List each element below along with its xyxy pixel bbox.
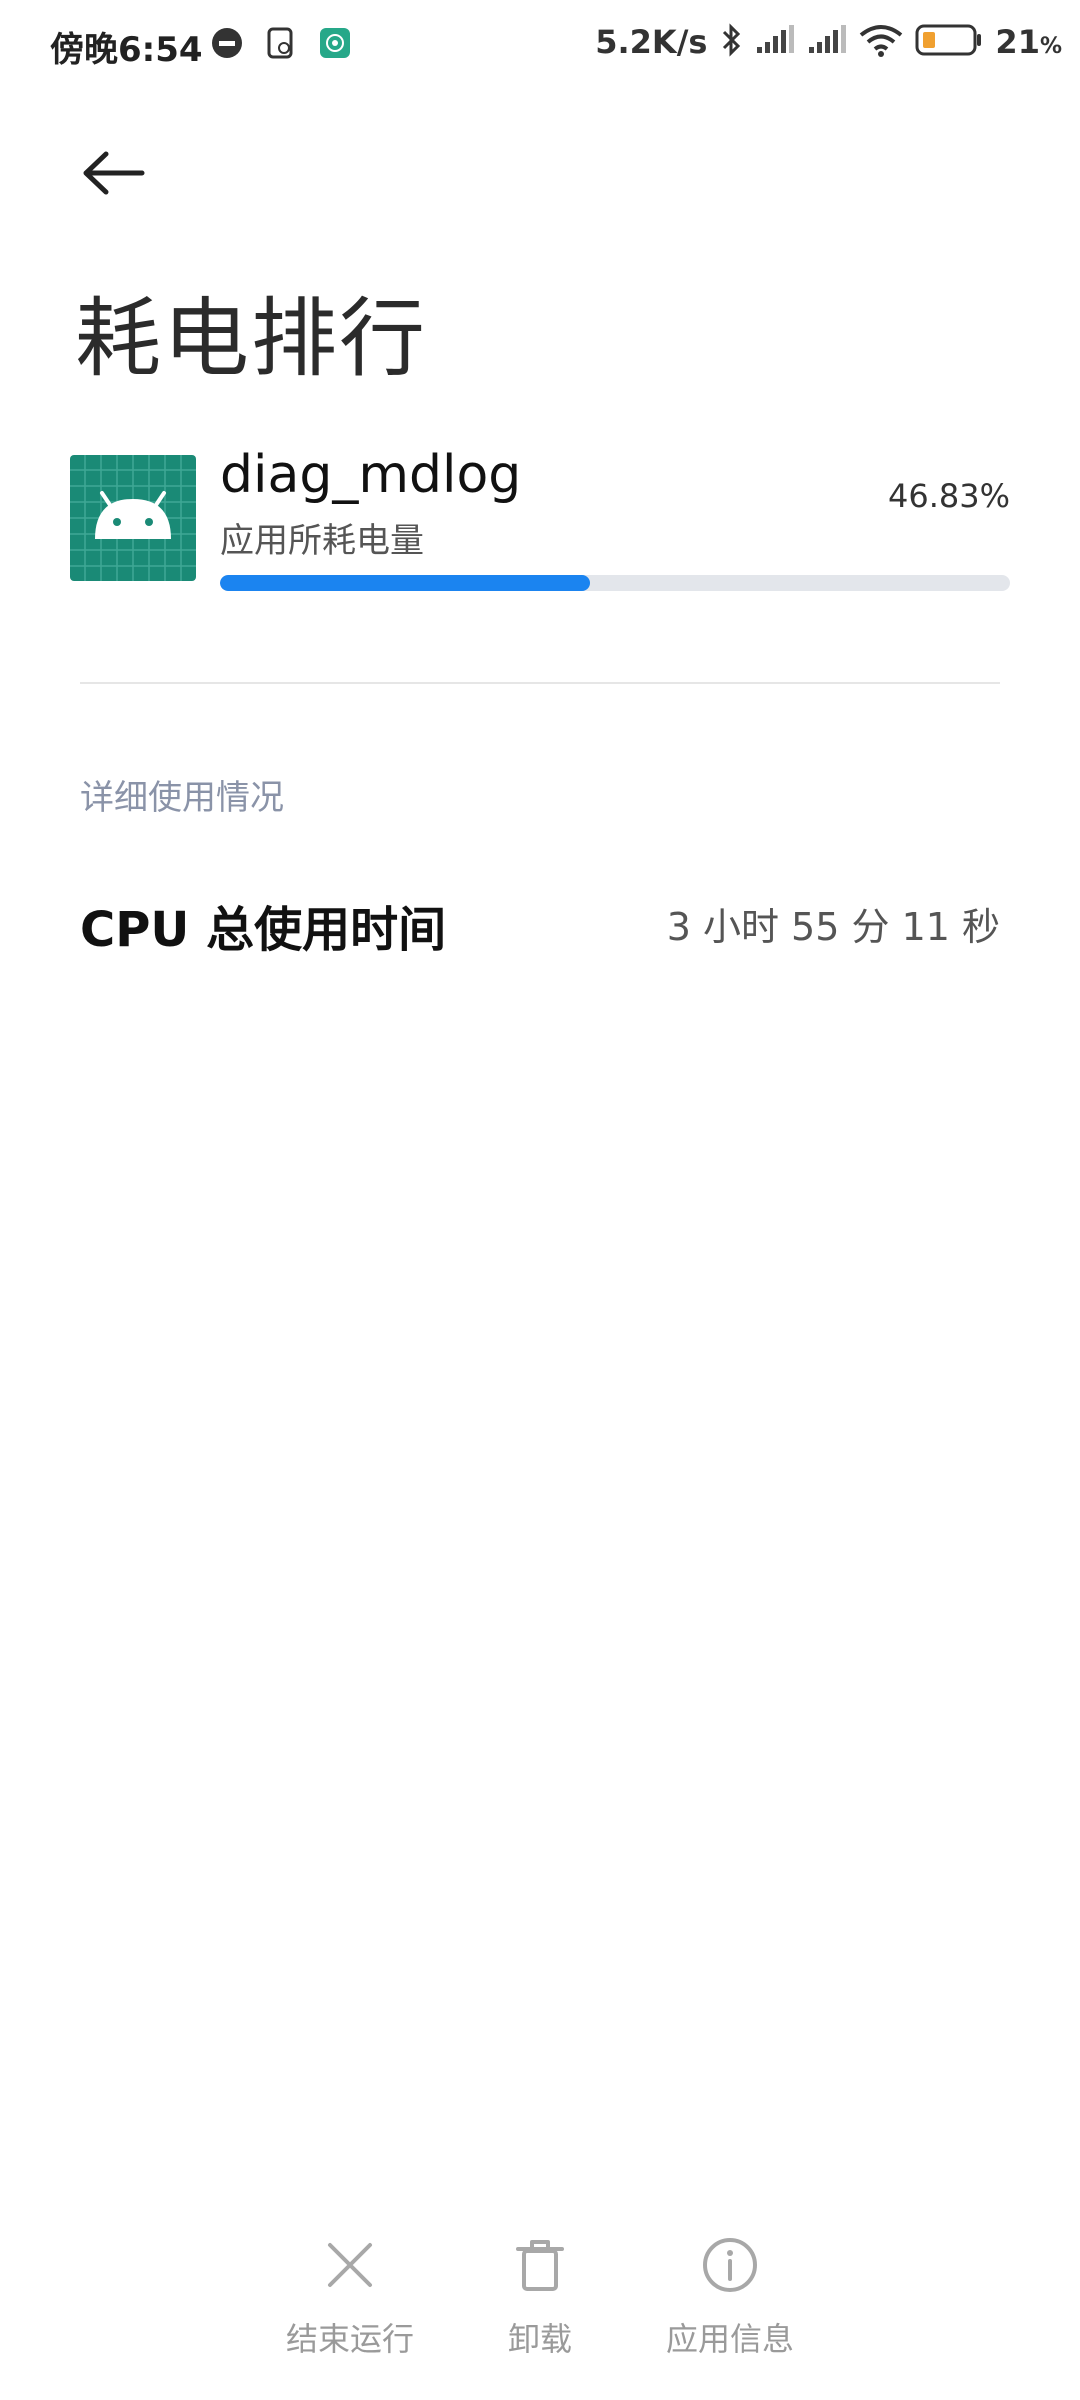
battery-value: 21 — [995, 23, 1040, 61]
usage-progress-bar — [220, 575, 1010, 591]
force-stop-label: 结束运行 — [285, 2320, 414, 2358]
uninstall-label: 卸载 — [507, 2320, 572, 2358]
page-title: 耗电排行 — [75, 289, 427, 389]
screen: 傍晚6:54 5.2K/s 21% 耗电排行 diag_mdlog 应用所耗电量… — [0, 0, 1080, 2400]
app-name: diag_mdlog — [220, 445, 522, 505]
close-icon — [265, 2230, 435, 2300]
app-percent: 46.83% — [887, 477, 1010, 515]
app-usage-row[interactable]: diag_mdlog 应用所耗电量 46.83% — [70, 445, 1010, 595]
section-label: 详细使用情况 — [80, 778, 284, 818]
status-left-icons — [210, 26, 352, 64]
app-subtitle: 应用所耗电量 — [220, 521, 424, 561]
net-speed: 5.2K/s — [595, 23, 708, 61]
uninstall-button[interactable]: 卸载 — [455, 2230, 625, 2360]
hotspot-icon — [318, 26, 352, 64]
force-stop-button[interactable]: 结束运行 — [265, 2230, 435, 2360]
cpu-label: CPU 总使用时间 — [80, 902, 447, 958]
signal-icon — [755, 25, 795, 59]
divider — [80, 682, 1000, 684]
info-icon — [645, 2230, 815, 2300]
arrow-left-icon — [82, 150, 146, 200]
android-icon — [70, 455, 196, 581]
trash-icon — [455, 2230, 625, 2300]
usage-progress-fill — [220, 575, 590, 591]
battery-percent: 21% — [995, 23, 1062, 61]
signal-icon — [807, 25, 847, 59]
bottom-action-bar: 结束运行 卸载 应用信息 — [0, 2230, 1080, 2370]
battery-unit: % — [1039, 34, 1062, 59]
app-info-button[interactable]: 应用信息 — [645, 2230, 815, 2360]
app-notif-icon — [264, 26, 298, 64]
cpu-time-row: CPU 总使用时间 3 小时 55 分 11 秒 — [80, 890, 1000, 958]
battery-icon — [915, 24, 983, 60]
app-info-label: 应用信息 — [665, 2320, 794, 2358]
status-right: 5.2K/s 21% — [595, 22, 1062, 62]
status-bar: 傍晚6:54 5.2K/s 21% — [0, 0, 1080, 90]
back-button[interactable] — [78, 145, 150, 205]
cpu-value: 3 小时 55 分 11 秒 — [666, 905, 1000, 949]
dnd-icon — [210, 26, 244, 64]
bluetooth-icon — [719, 22, 743, 62]
status-time: 傍晚6:54 — [50, 30, 203, 70]
wifi-icon — [859, 23, 903, 61]
